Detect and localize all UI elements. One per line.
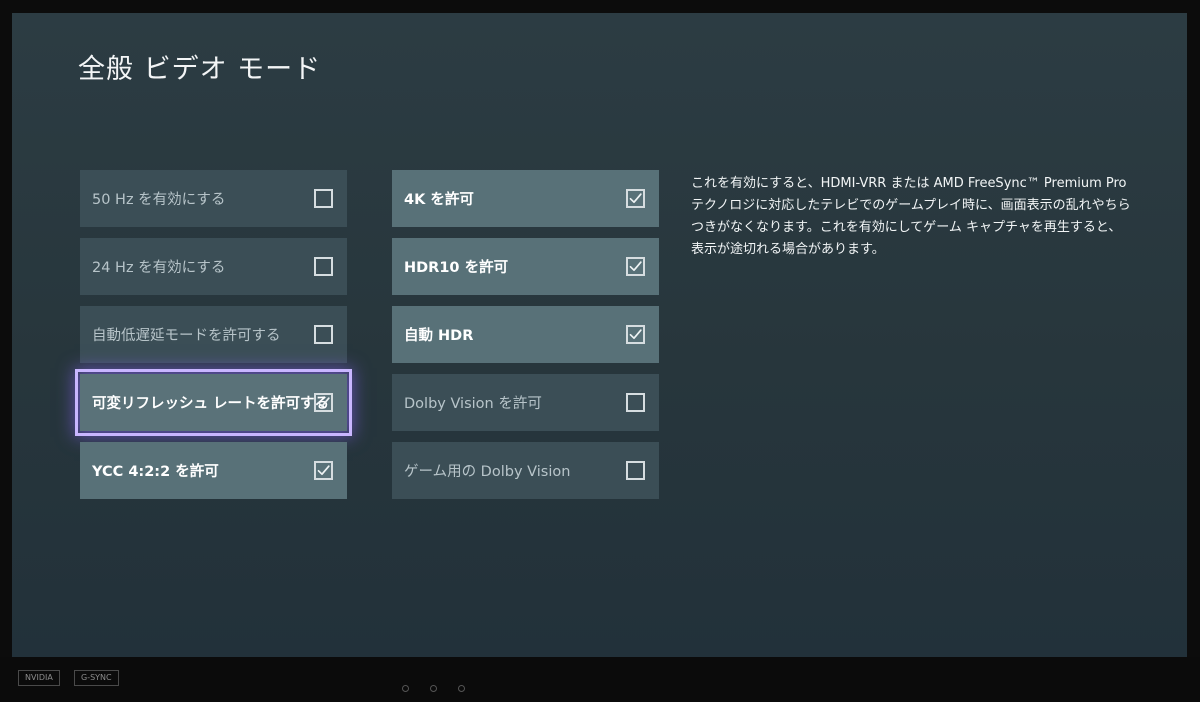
bezel-button[interactable] [402,685,409,692]
check-icon [317,397,330,408]
check-icon [317,465,330,476]
bezel-button[interactable] [458,685,465,692]
left-option-4[interactable]: YCC 4:2:2 を許可 [80,442,347,499]
option-label: YCC 4:2:2 を許可 [92,464,219,480]
checkbox-checked[interactable] [314,393,333,412]
checkbox-unchecked[interactable] [314,257,333,276]
bezel-button[interactable] [430,685,437,692]
settings-screen: 全般 ビデオ モード 50 Hz を有効にする 24 Hz を有効にする自動低遅延… [12,13,1187,657]
monitor-bezel: NVIDIA G-SYNC [0,657,1200,702]
checkbox-checked[interactable] [314,461,333,480]
left-option-0[interactable]: 50 Hz を有効にする [80,170,347,227]
checkbox-unchecked[interactable] [314,325,333,344]
monitor: 全般 ビデオ モード 50 Hz を有効にする 24 Hz を有効にする自動低遅延… [0,0,1200,702]
check-icon [629,329,642,340]
right-option-0[interactable]: 4K を許可 [392,170,659,227]
option-label: 50 Hz を有効にする [92,192,226,208]
option-description: これを有効にすると、HDMI-VRR または AMD FreeSync™ Pre… [691,176,1131,257]
nvidia-badge: NVIDIA [18,670,60,686]
page-title: 全般 ビデオ モード [78,54,322,85]
gsync-badge: G-SYNC [74,670,119,686]
left-option-3[interactable]: 可変リフレッシュ レートを許可する [75,369,352,436]
right-option-2[interactable]: 自動 HDR [392,306,659,363]
option-label: 可変リフレッシュ レートを許可する [92,396,330,412]
checkbox-checked[interactable] [626,189,645,208]
checkbox-checked[interactable] [626,257,645,276]
checkbox-checked[interactable] [626,325,645,344]
option-label: Dolby Vision を許可 [404,396,542,412]
left-option-1[interactable]: 24 Hz を有効にする [80,238,347,295]
checkbox-unchecked[interactable] [314,189,333,208]
option-label: 自動低遅延モードを許可する [92,328,281,344]
check-icon [629,193,642,204]
option-label: ゲーム用の Dolby Vision [404,464,571,480]
left-option-2[interactable]: 自動低遅延モードを許可する [80,306,347,363]
option-label: HDR10 を許可 [404,260,509,276]
right-option-3[interactable]: Dolby Vision を許可 [392,374,659,431]
check-icon [629,261,642,272]
option-label: 24 Hz を有効にする [92,260,226,276]
checkbox-unchecked[interactable] [626,461,645,480]
option-label: 4K を許可 [404,192,474,208]
right-option-4[interactable]: ゲーム用の Dolby Vision [392,442,659,499]
option-label: 自動 HDR [404,328,474,344]
right-option-1[interactable]: HDR10 を許可 [392,238,659,295]
checkbox-unchecked[interactable] [626,393,645,412]
